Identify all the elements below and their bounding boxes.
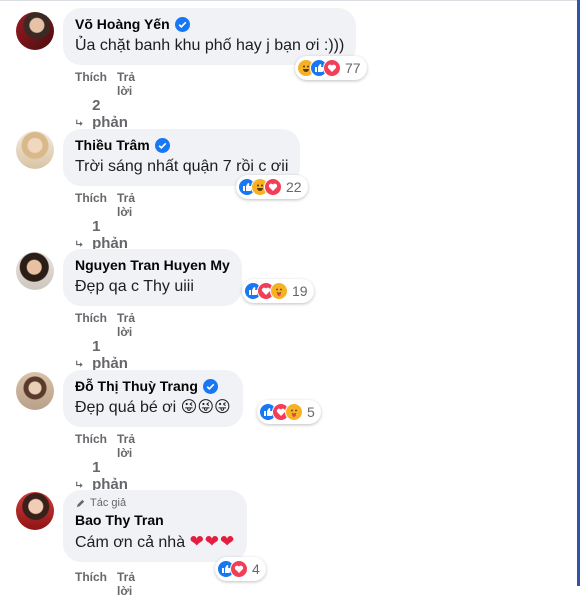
comment-actions: Thích Trả lời [75,191,135,219]
reply-link[interactable]: Trả lời [117,432,135,460]
reaction-summary[interactable]: 4 [215,557,266,581]
avatar[interactable] [16,12,54,50]
comment-text: Đẹp quá bé ơi 😜😜😜 [75,399,231,416]
reaction-count: 5 [307,404,315,420]
love-reaction-icon [264,178,282,196]
reply-link[interactable]: Trả lời [117,570,135,598]
comment-actions: Thích Trả lời [75,570,135,598]
verified-badge-icon [154,138,170,153]
avatar[interactable] [16,131,54,169]
comment-text: Đẹp qa c Thy uiii [75,278,194,295]
reaction-summary[interactable]: 5 [257,400,321,424]
reaction-count: 4 [252,561,260,577]
author-name[interactable]: Thiều Trâm [75,137,288,154]
reply-link[interactable]: Trả lời [117,191,135,219]
like-link[interactable]: Thích [75,311,107,339]
author-name[interactable]: Nguyen Tran Huyen My [75,257,230,274]
reaction-summary[interactable]: 19 [242,279,314,303]
care-reaction-icon [285,403,303,421]
comment-text: Trời sáng nhất quận 7 rồi c ơii [75,158,289,175]
like-link[interactable]: Thích [75,432,107,460]
care-reaction-icon [270,282,288,300]
like-link[interactable]: Thích [75,570,107,598]
verified-badge-icon [174,17,190,32]
love-reaction-icon [323,59,341,77]
love-reaction-icon [230,560,248,578]
reaction-count: 77 [345,60,361,76]
pen-icon [76,499,85,507]
like-link[interactable]: Thích [75,191,107,219]
like-link[interactable]: Thích [75,70,107,98]
avatar[interactable] [16,492,54,530]
author-badge: Tác giả [75,497,235,509]
reaction-summary[interactable]: 77 [295,56,367,80]
avatar[interactable] [16,252,54,290]
comment-actions: Thích Trả lời [75,432,135,460]
comment-bubble: Nguyen Tran Huyen My Đẹp qa c Thy uiii [63,249,242,306]
reaction-count: 19 [292,283,308,299]
author-name[interactable]: Võ Hoàng Yến [75,16,344,33]
avatar[interactable] [16,372,54,410]
comment-bubble: Tác giả Bao Thy Tran Cám ơn cả nhà ❤❤❤ [63,490,248,562]
comment-text: Ủa chặt banh khu phố hay j bạn ơi :))) [75,37,345,54]
comment-actions: Thích Trả lời [75,311,135,339]
frame-top-border [0,0,580,1]
reaction-summary[interactable]: 22 [236,175,308,199]
reaction-count: 22 [286,179,302,195]
heart-emoji-icon: ❤❤❤ [189,532,236,551]
comment-bubble: Đỗ Thị Thuỳ Trang Đẹp quá bé ơi 😜😜😜 [63,370,243,427]
comment-text: Cám ơn cả nhà ❤❤❤ [75,532,236,551]
author-name[interactable]: Đỗ Thị Thuỳ Trang [75,378,231,395]
author-name[interactable]: Bao Thy Tran [75,512,235,529]
comment-actions: Thích Trả lời [75,70,135,98]
reply-link[interactable]: Trả lời [117,70,135,98]
reply-link[interactable]: Trả lời [117,311,135,339]
verified-badge-icon [202,379,218,394]
